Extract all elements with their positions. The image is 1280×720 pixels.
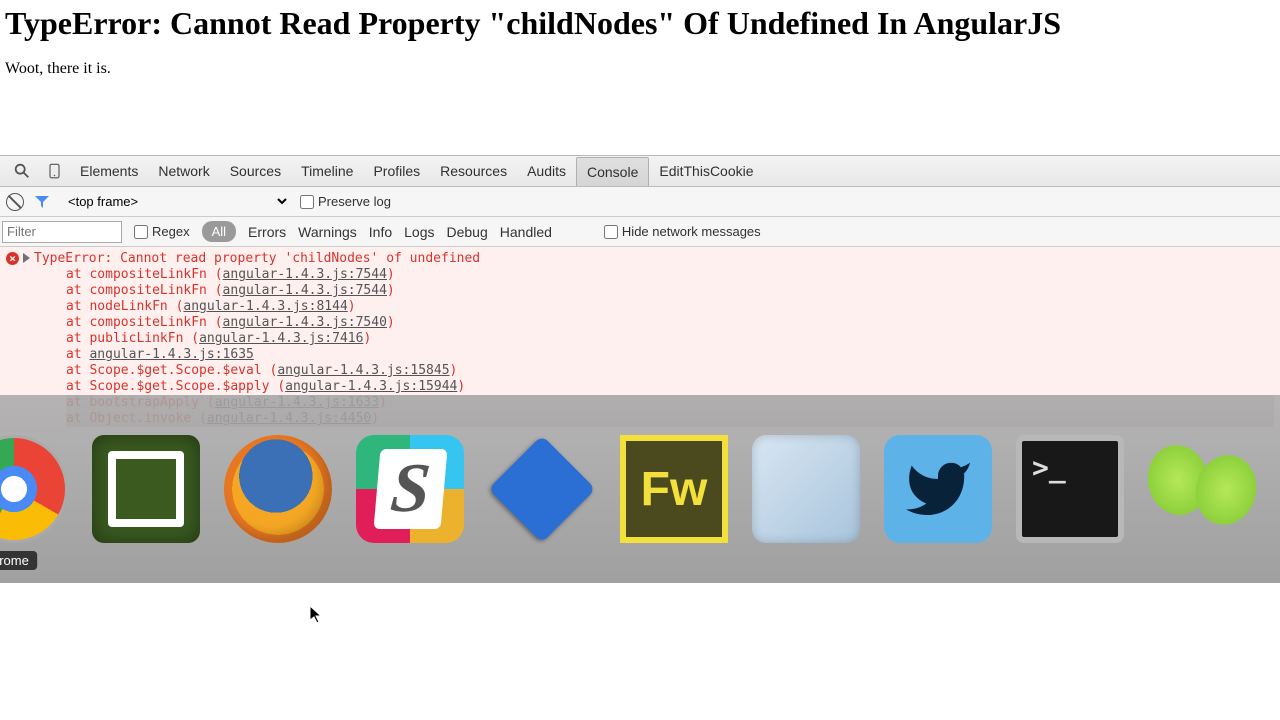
tab-sources[interactable]: Sources xyxy=(220,157,291,185)
hide-net-checkbox[interactable] xyxy=(604,225,618,239)
clear-console-icon[interactable] xyxy=(6,193,24,211)
preserve-log-control[interactable]: Preserve log xyxy=(300,194,391,209)
dock-app-green[interactable] xyxy=(1148,435,1256,543)
error-icon xyxy=(6,252,19,265)
regex-checkbox[interactable] xyxy=(134,225,148,239)
devtools-tabbar: Elements Network Sources Timeline Profil… xyxy=(0,155,1280,187)
preserve-log-checkbox[interactable] xyxy=(300,195,314,209)
filter-input[interactable] xyxy=(2,221,122,243)
dock-app-chrome[interactable]: rome xyxy=(0,435,68,543)
stack-link[interactable]: angular-1.4.3.js:1635 xyxy=(89,347,253,362)
filter-info[interactable]: Info xyxy=(369,224,392,240)
stack-link[interactable]: angular-1.4.3.js:7544 xyxy=(223,267,387,282)
filter-all[interactable]: All xyxy=(202,221,236,242)
console-filters: Regex All Errors Warnings Info Logs Debu… xyxy=(0,217,1280,247)
dock-app-slack[interactable]: S xyxy=(356,435,464,543)
filter-debug[interactable]: Debug xyxy=(447,224,488,240)
frame-selector[interactable]: <top frame> xyxy=(60,191,290,212)
tab-editthiscookie[interactable]: EditThisCookie xyxy=(649,157,763,185)
hide-net-control[interactable]: Hide network messages xyxy=(604,224,761,239)
dock-app-fireworks[interactable]: Fw xyxy=(620,435,728,543)
mouse-cursor-icon xyxy=(310,606,324,624)
filter-logs[interactable]: Logs xyxy=(404,224,434,240)
stack-link[interactable]: angular-1.4.3.js:7416 xyxy=(199,331,363,346)
tab-timeline[interactable]: Timeline xyxy=(291,157,363,185)
hide-net-label: Hide network messages xyxy=(622,224,761,239)
expand-stack-icon[interactable] xyxy=(23,253,30,263)
dock-app-xcode[interactable] xyxy=(752,435,860,543)
page-title: TypeError: Cannot Read Property "childNo… xyxy=(5,5,1275,42)
dock-app-firefox[interactable] xyxy=(224,435,332,543)
stack-link[interactable]: angular-1.4.3.js:15845 xyxy=(277,363,449,378)
tab-profiles[interactable]: Profiles xyxy=(363,157,430,185)
preserve-log-label: Preserve log xyxy=(318,194,391,209)
stack-link[interactable]: angular-1.4.3.js:7544 xyxy=(223,283,387,298)
stack-link[interactable]: angular-1.4.3.js:15944 xyxy=(285,379,457,394)
search-icon[interactable] xyxy=(12,161,32,181)
filter-warnings[interactable]: Warnings xyxy=(298,224,357,240)
tab-elements[interactable]: Elements xyxy=(70,157,148,185)
regex-label: Regex xyxy=(152,224,190,239)
filter-handled[interactable]: Handled xyxy=(500,224,552,240)
filter-errors[interactable]: Errors xyxy=(248,224,286,240)
device-icon[interactable] xyxy=(44,161,64,181)
tab-network[interactable]: Network xyxy=(148,157,219,185)
devtools-panel: Elements Network Sources Timeline Profil… xyxy=(0,155,1280,433)
stack-link[interactable]: angular-1.4.3.js:8144 xyxy=(183,299,347,314)
console-controls: <top frame> Preserve log xyxy=(0,187,1280,217)
tab-console[interactable]: Console xyxy=(576,157,649,186)
macos-dock: rome S Fw xyxy=(0,395,1280,583)
dock-app-twitter[interactable] xyxy=(884,435,992,543)
stack-link[interactable]: angular-1.4.3.js:7540 xyxy=(223,315,387,330)
tab-resources[interactable]: Resources xyxy=(430,157,517,185)
filter-funnel-icon[interactable] xyxy=(34,194,50,210)
dock-app-bluediamond[interactable] xyxy=(488,435,596,543)
tab-audits[interactable]: Audits xyxy=(517,157,576,185)
regex-control[interactable]: Regex xyxy=(134,224,190,239)
error-message: TypeError: Cannot read property 'childNo… xyxy=(34,251,480,267)
dock-app-camtasia[interactable] xyxy=(92,435,200,543)
page-body-text: Woot, there it is. xyxy=(5,60,1275,78)
dock-app-label: rome xyxy=(0,551,37,570)
dock-app-terminal[interactable] xyxy=(1016,435,1124,543)
